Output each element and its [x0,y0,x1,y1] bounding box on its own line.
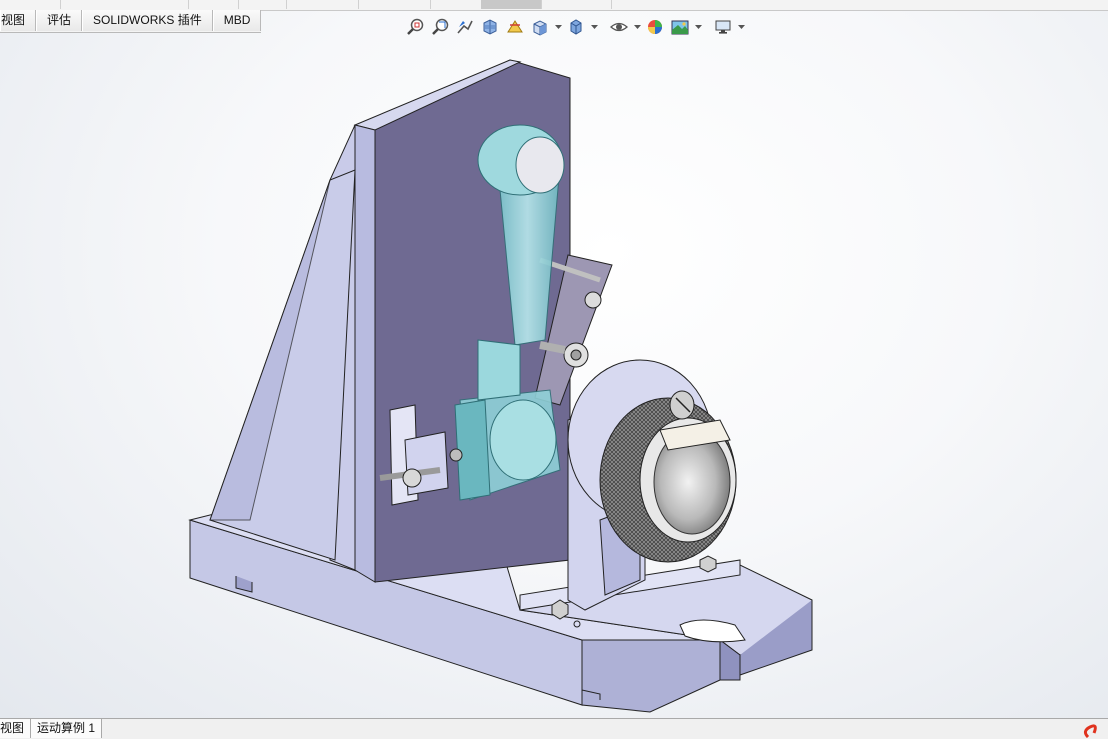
solidworks-logo-icon [1080,721,1108,739]
support-rib [209,169,356,561]
tab-model-view[interactable]: 视图 [0,719,32,738]
graphics-area[interactable]: 视图 评估 SOLIDWORKS 插件 MBD [0,0,1108,718]
connecting-rod-fixture-model[interactable] [0,0,1108,718]
model-bottom-tabs: 视图 运动算例 1 [0,718,1108,739]
tab-motion-study[interactable]: 运动算例 1 [31,719,103,738]
